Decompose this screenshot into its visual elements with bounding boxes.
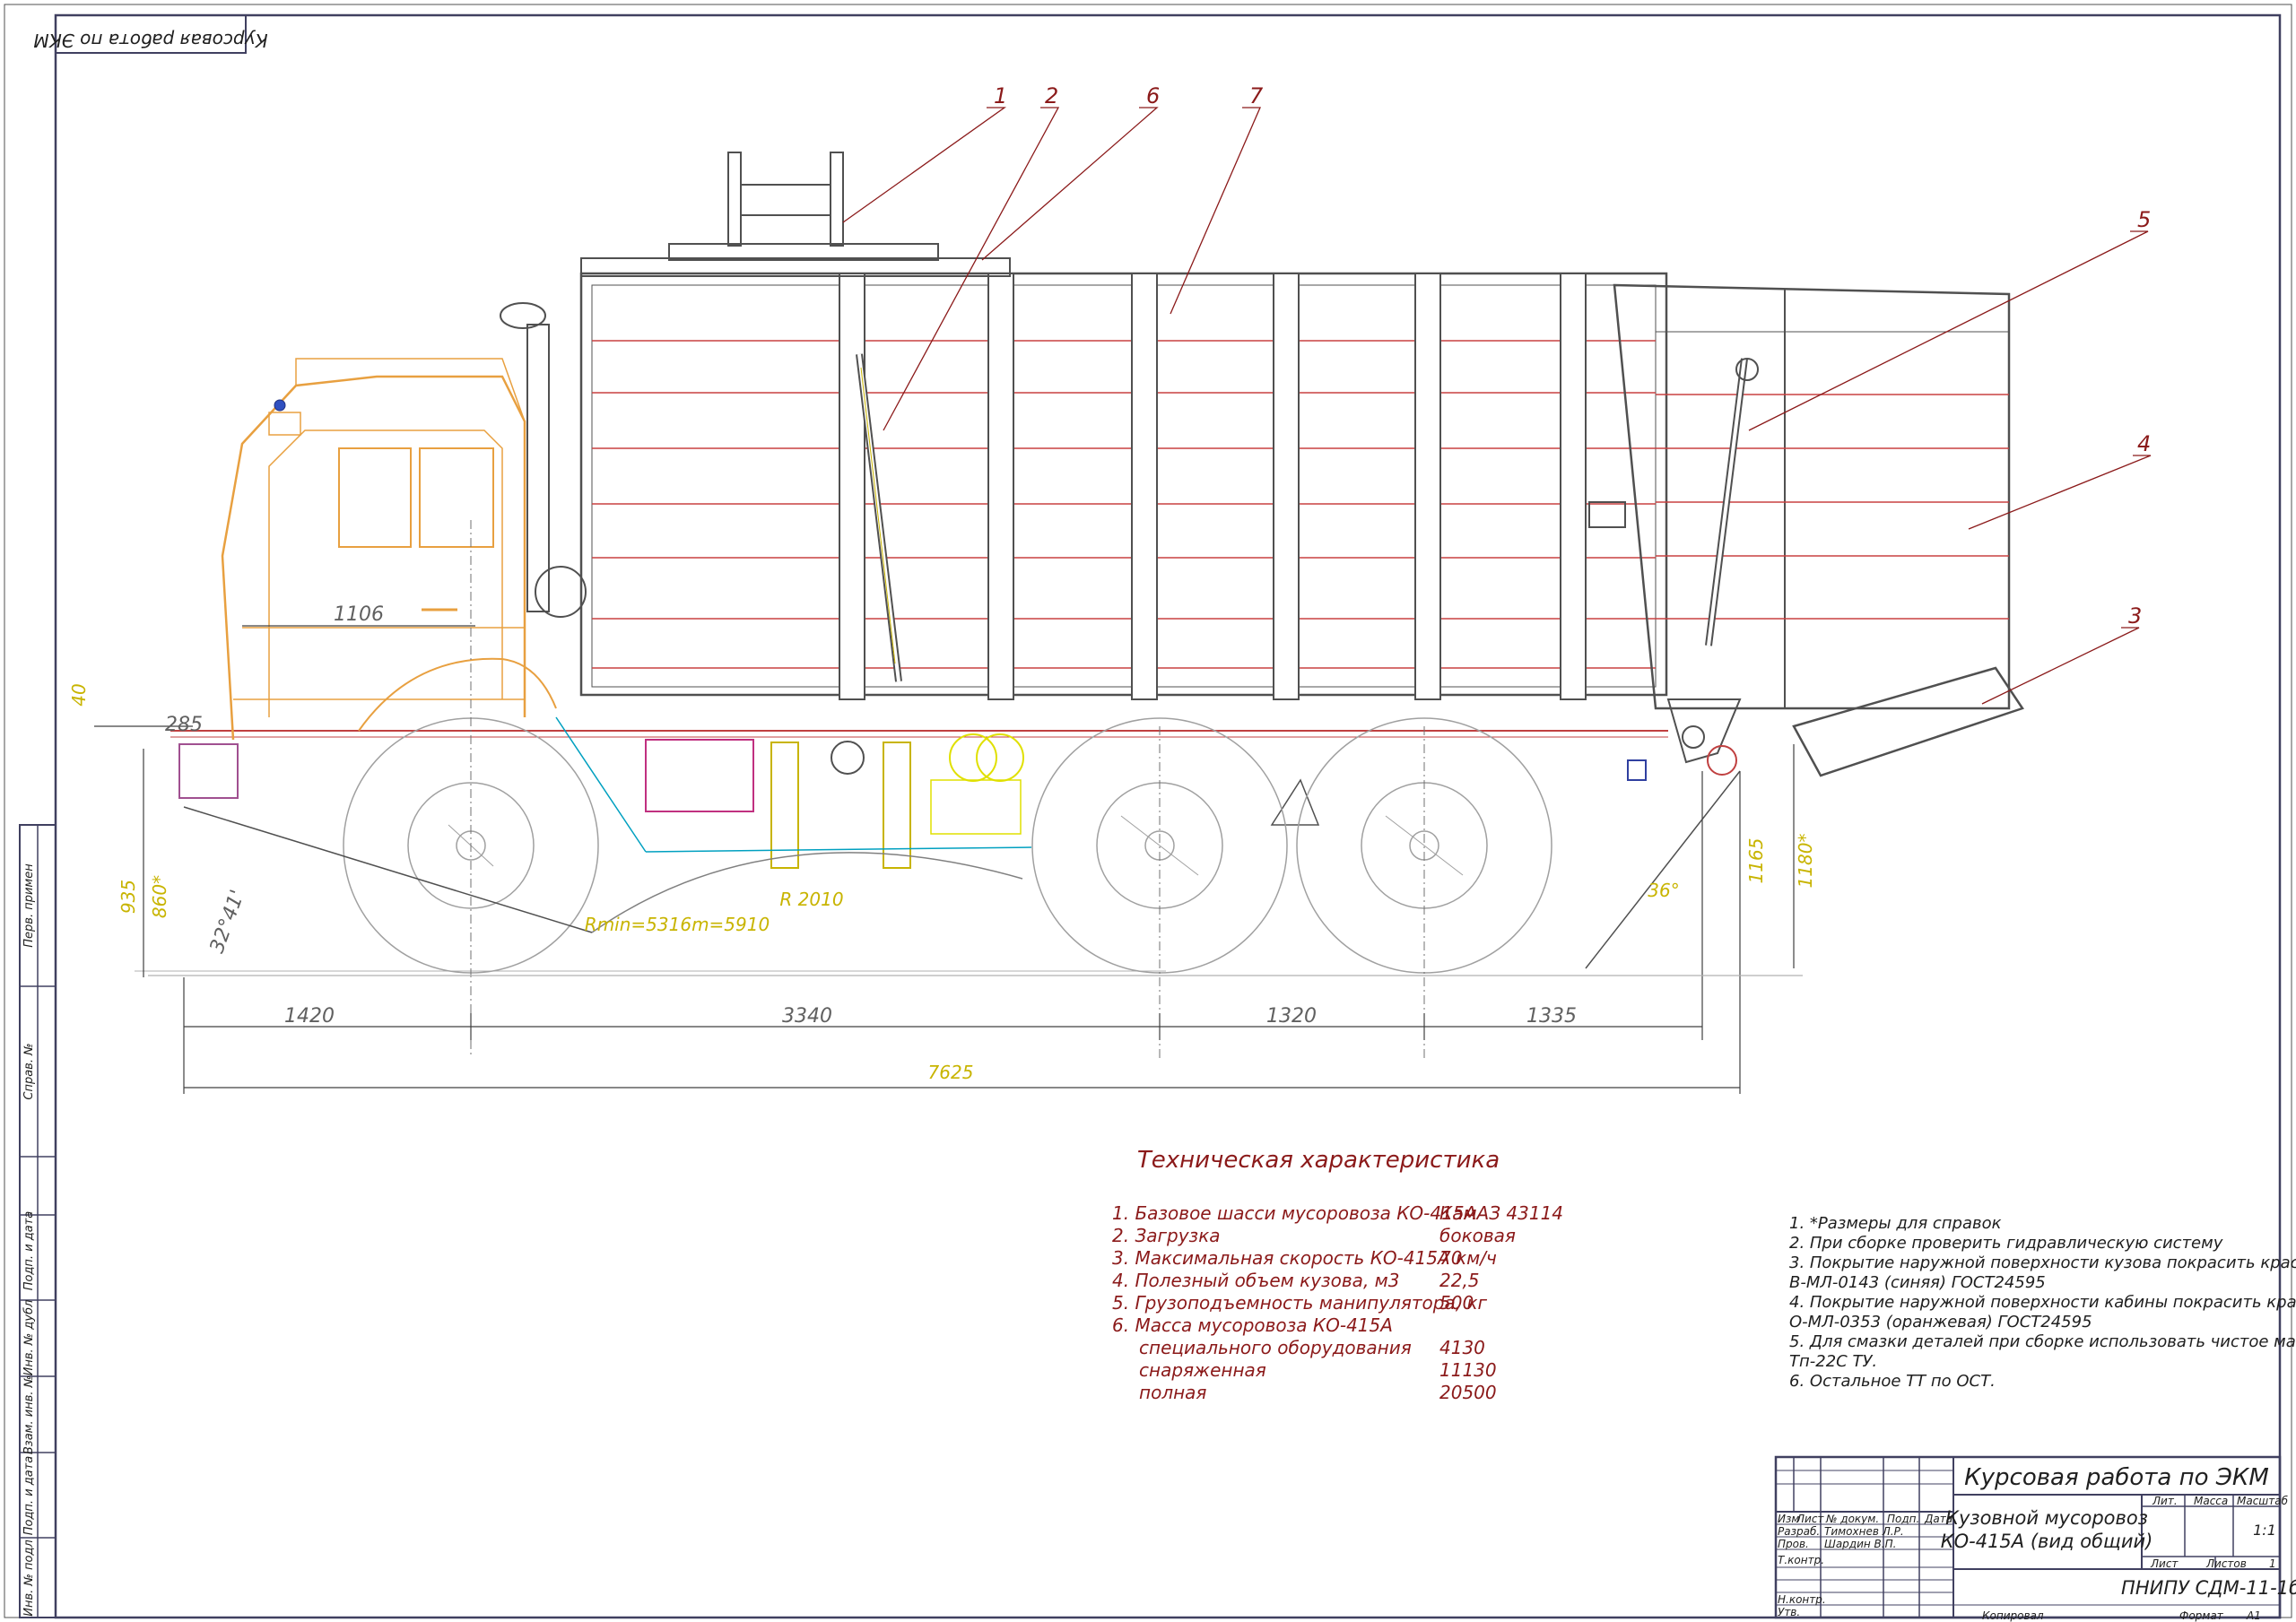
spec-row-5-label: 6. Масса мусоровоза КО-415А (1112, 1314, 1393, 1336)
callout-2: 2 (1045, 83, 1058, 108)
spec-row-1-value: боковая (1439, 1225, 1516, 1246)
tb-role-2: Т.контр. (1778, 1554, 1824, 1566)
tb-hdr-date: Дата (1924, 1513, 1952, 1525)
tb-role-1: Пров. (1778, 1538, 1809, 1550)
chassis-equipment (178, 716, 1737, 869)
dim-angle-rear: 36° (1648, 880, 1679, 901)
tb-doc-title-2: КО-415А (вид общий) (1941, 1531, 2153, 1552)
spec-row-7-value: 11130 (1439, 1359, 1497, 1381)
tb-scale: Масштаб (2237, 1495, 2289, 1507)
note-7: Тп-22С ТУ. (1789, 1352, 1877, 1371)
callout-5: 5 (2137, 207, 2151, 232)
dim-1335: 1335 (1526, 1005, 1577, 1028)
air-intake (500, 302, 587, 618)
spec-row-8-value: 20500 (1439, 1382, 1497, 1403)
dim-3340: 3340 (782, 1005, 832, 1028)
spec-row-6-value: 4130 (1439, 1337, 1485, 1358)
dim-7625: 7625 (928, 1062, 974, 1083)
tb-course: Курсовая работа по ЭКМ (1964, 1464, 2269, 1491)
margin-label-6: Инв. № подл (22, 1540, 36, 1617)
margin-label-2: Подп. и дата (22, 1211, 36, 1291)
dim-angle-front: 32°41' (206, 887, 249, 956)
garbage-body (579, 152, 2024, 777)
tb-name-0: Тимохнев Л.Р. (1824, 1525, 1904, 1538)
tb-doc-title-1: Кузовной мусоровоз (1945, 1507, 2148, 1529)
callout-7: 7 (1249, 83, 1264, 108)
tb-name-1: Шардин В.П. (1824, 1538, 1896, 1550)
note-2: 3. Покрытие наружной поверхности кузова … (1789, 1253, 2296, 1272)
spec-row-2-value: 70 (1439, 1247, 1462, 1269)
dim-1180: 1180* (1795, 834, 1816, 889)
rear-wheel (1296, 717, 1552, 974)
margin-label-0: Перв. примен (22, 863, 36, 948)
margin-label-5: Подп. и дата (22, 1456, 36, 1536)
note-3: В-МЛ-0143 (синяя) ГОСТ24595 (1789, 1273, 2046, 1292)
truck-side-view (135, 152, 2024, 1058)
note-0: 1. *Размеры для справок (1789, 1214, 2002, 1233)
tb-sheet: Лист (2150, 1557, 2179, 1570)
spec-row-1-label: 2. Загрузка (1112, 1225, 1221, 1246)
beacon (274, 399, 286, 412)
dim-1106: 1106 (334, 603, 384, 626)
dim-285: 285 (165, 714, 203, 736)
margin-label-4: Взам. инв. № (22, 1375, 36, 1454)
spec-row-8-label: полная (1139, 1382, 1206, 1403)
callout-4: 4 (2137, 431, 2151, 456)
tb-hdr-doc: № докум. (1825, 1513, 1879, 1525)
tb-format-value: А1 (2246, 1609, 2261, 1622)
spec-row-3-label: 4. Полезный объем кузова, м3 (1112, 1270, 1399, 1291)
callout-6: 6 (1146, 83, 1160, 108)
callout-1: 1 (994, 83, 1007, 108)
title-block: Курсовая работа по ЭКМ Кузовной мусорово… (1774, 1455, 2296, 1622)
spec-row-3-value: 22,5 (1439, 1270, 1480, 1291)
dim-radius: R 2010 (779, 889, 843, 910)
spec-title: Техническая характеристика (1137, 1147, 1500, 1174)
tb-org: ПНИПУ СДМ-11-1б (2121, 1577, 2296, 1599)
upper-stamp-text: Курсовая работа по ЭКМ (33, 30, 267, 51)
note-1: 2. При сборке проверить гидравлическую с… (1789, 1234, 2223, 1253)
dim-1165: 1165 (1745, 838, 1767, 884)
spec-row-7-label: снаряженная (1139, 1359, 1266, 1381)
middle-wheel (1031, 717, 1288, 974)
technical-notes: 1. *Размеры для справок 2. При сборке пр… (1789, 1214, 2296, 1391)
upper-stamp: Курсовая работа по ЭКМ (33, 14, 268, 54)
dim-40: 40 (68, 683, 90, 706)
dim-1320: 1320 (1266, 1005, 1317, 1028)
tb-role-0: Разраб. (1778, 1525, 1820, 1538)
dim-935: 935 (117, 880, 139, 914)
tb-role-4: Н.контр. (1778, 1593, 1826, 1606)
left-margin-column: Перв. примен Справ. № Подп. и дата Инв. … (19, 824, 57, 1618)
tb-scale-value: 1:1 (2253, 1522, 2276, 1539)
note-5: О-МЛ-0353 (оранжевая) ГОСТ24595 (1789, 1313, 2092, 1331)
dim-rmin: Rmin=5316m=5910 (585, 914, 770, 935)
tb-role-5: Утв. (1778, 1606, 1800, 1618)
note-4: 4. Покрытие наружной поверхности кабины … (1789, 1293, 2296, 1312)
spec-row-4-label: 5. Грузоподъемность манипулятора, кг (1112, 1292, 1488, 1314)
spec-row-0-value: КамАЗ 43114 (1439, 1202, 1563, 1224)
dim-1420: 1420 (284, 1005, 335, 1028)
tech-spec: Техническая характеристика 1. Базовое ша… (1112, 1147, 1563, 1403)
tb-lit: Лит. (2152, 1495, 2178, 1507)
margin-label-3: Инв. № дубл (22, 1300, 36, 1376)
tb-mass: Масса (2194, 1495, 2228, 1507)
engineering-drawing: Курсовая работа по ЭКМ Перв. примен Спра… (4, 4, 2296, 1622)
tb-format: Формат (2179, 1609, 2224, 1622)
note-8: 6. Остальное ТТ по ОСТ. (1789, 1372, 1996, 1391)
tb-hdr-sign: Подп. (1887, 1513, 1919, 1525)
cab (221, 358, 557, 741)
tb-sheets-value: 1 (2269, 1557, 2276, 1570)
note-6: 5. Для смазки деталей при сборке использ… (1789, 1332, 2296, 1351)
spec-row-6-label: специального оборудования (1139, 1337, 1412, 1358)
tb-hdr-list: Лист (1796, 1513, 1824, 1525)
spec-row-0-label: 1. Базовое шасси мусоровоза КО-415А (1112, 1202, 1476, 1224)
dim-860: 860* (149, 875, 170, 918)
tb-sheets: Листов (2205, 1557, 2247, 1570)
tb-copied: Копировал (1982, 1609, 2044, 1622)
callout-3: 3 (2128, 603, 2142, 629)
spec-row-4-value: 500 (1439, 1292, 1474, 1314)
margin-label-1: Справ. № (22, 1043, 36, 1099)
callouts (842, 107, 2152, 705)
dimension-texts: 1420 3340 1320 1335 7625 1106 285 935 86… (68, 603, 1816, 1083)
